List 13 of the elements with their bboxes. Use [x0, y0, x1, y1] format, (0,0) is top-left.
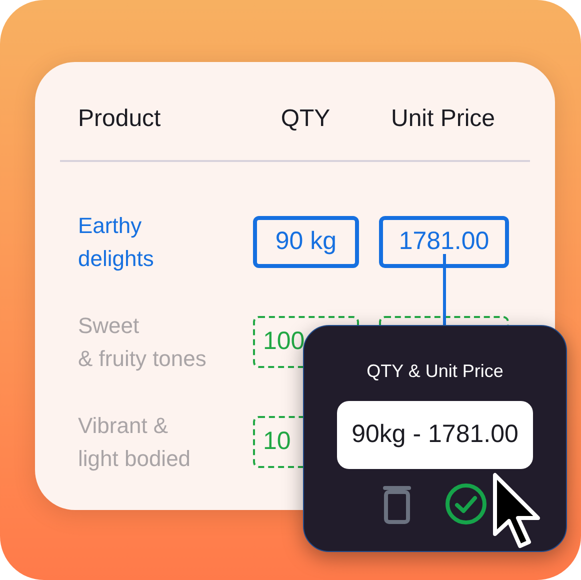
column-header: Unit Price	[390, 104, 496, 134]
product-name: Earthy delights	[78, 212, 155, 273]
price-field[interactable]: 1781.00	[379, 216, 509, 268]
product-name: Vibrant & light bodied	[78, 412, 192, 473]
check-circle-icon[interactable]	[445, 483, 487, 525]
trash-icon[interactable]	[383, 484, 411, 524]
column-header: Product	[78, 104, 162, 134]
connector-line	[443, 254, 446, 326]
product-name: Sweet & fruity tones	[78, 312, 208, 373]
value-field[interactable]: 90kg - 1781.00	[337, 401, 533, 469]
qty-field[interactable]: 90 kg	[253, 216, 359, 268]
popup-title: QTY & Unit Price	[366, 360, 504, 383]
column-header: QTY	[280, 104, 332, 134]
